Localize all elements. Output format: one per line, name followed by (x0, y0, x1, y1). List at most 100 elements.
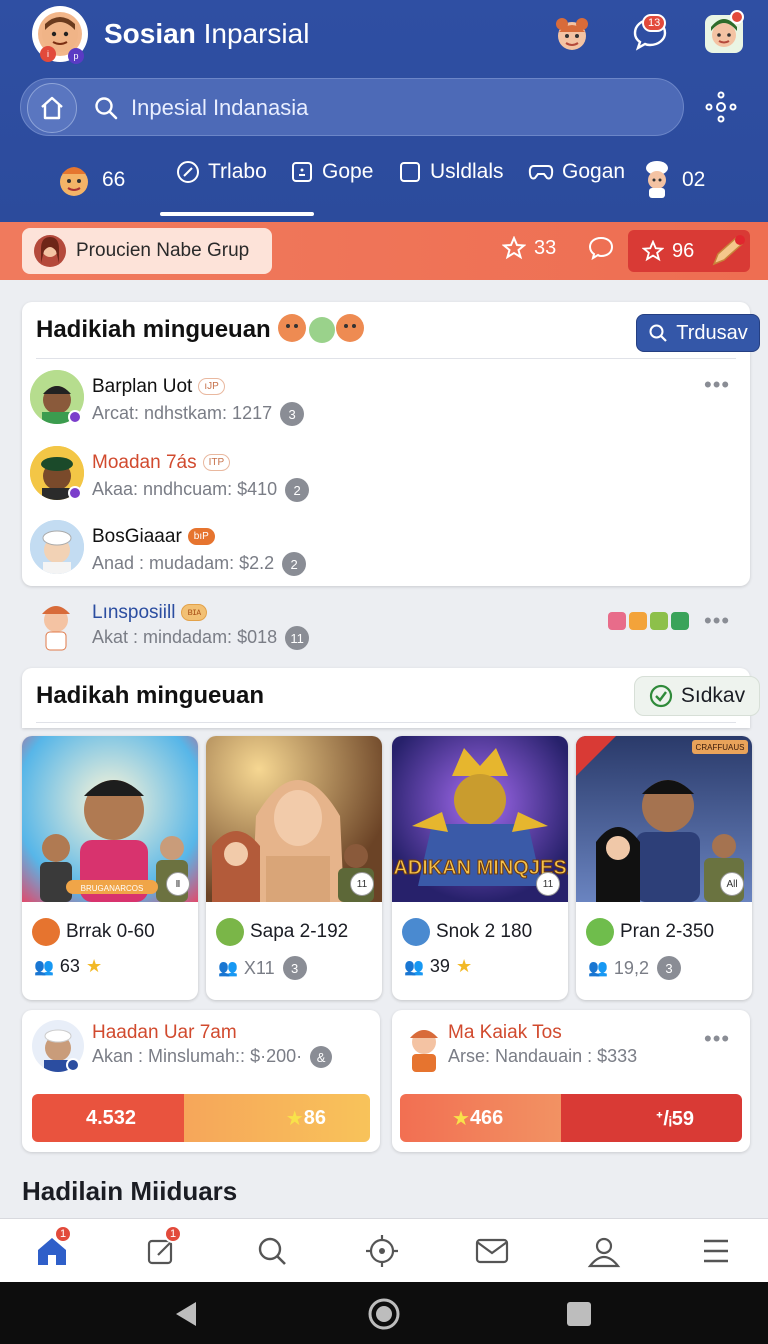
star-icon: ★ (455, 956, 473, 976)
edit-circle-icon (177, 161, 199, 183)
more-options-icon[interactable]: ••• (704, 608, 730, 634)
players-icon: 👥 (588, 960, 608, 977)
scan-icon[interactable] (704, 90, 738, 129)
search-icon (258, 1237, 286, 1265)
search-icon (93, 95, 119, 126)
star-icon: ★ (85, 956, 103, 976)
svg-text:CRAFFUAUS: CRAFFUAUS (696, 743, 745, 752)
tab-label: Gope (322, 160, 374, 183)
checkbox-icon (400, 162, 420, 182)
group-bar: Proucien Nabe Grup 33 96 (0, 222, 768, 280)
recents-icon[interactable] (566, 1301, 592, 1332)
emoji-faces-icon (276, 310, 368, 351)
home-circle-icon[interactable] (368, 1298, 400, 1335)
tab-mascot[interactable]: 66 (54, 160, 125, 200)
logo-badge-left: i (40, 46, 56, 62)
featured-card[interactable]: HADIKAN MINQJESA 11 Snok 2 180 👥39★ (392, 736, 568, 1000)
menu-icon (704, 1239, 728, 1263)
group-chat[interactable] (588, 236, 614, 260)
tab-uslqlals[interactable]: Usldlals (398, 160, 504, 184)
promo-card[interactable]: Ma Kaiak Tos Arse: Nandauain : $333 ••• … (392, 1010, 750, 1152)
group-stars[interactable]: 33 (502, 236, 556, 260)
featured-card[interactable]: BRUGANARCOS Ⅱ Brrak 0-60 👥 63 ★ (22, 736, 198, 1000)
search-input[interactable]: Inpesial Indanasia (131, 95, 308, 121)
home-icon (41, 96, 63, 120)
trdusav-button[interactable]: Trdusav (636, 314, 760, 352)
tab-bar: 66 Trlabo Gope Usldlals Gogan 02 (0, 146, 768, 220)
nav-compose[interactable]: 1 (142, 1225, 183, 1271)
card-title: Brrak 0-60 (32, 918, 155, 946)
tab-label: Gogan (562, 160, 626, 183)
row-name: Moadan 7ás ITP (92, 452, 231, 474)
group-chip[interactable]: Proucien Nabe Grup (22, 228, 272, 274)
thumbnail: 11 (206, 736, 382, 902)
list-item[interactable]: Barplan Uot ıJP Arcat: ndhstkam: 1217 3 ••… (22, 366, 750, 436)
promo-progress: 4.532 ★ 86 (32, 1094, 370, 1142)
bottom-navbar: 1 1 (0, 1218, 768, 1282)
star-icon (642, 240, 664, 262)
divider (36, 722, 736, 723)
profile-avatar-icon[interactable] (702, 10, 746, 56)
nav-home[interactable]: 1 (32, 1225, 73, 1271)
players-icon: 👥 (404, 958, 424, 976)
messages-badge: 13 (642, 14, 667, 32)
tab-trlabo[interactable]: Trlabo (176, 160, 267, 184)
home-shortcut-button[interactable] (27, 83, 77, 133)
app-header: i p Sosian Inparsial 13 Inpesial Indanas… (0, 0, 768, 222)
featured-card[interactable]: CRAFFUAUS All Pran 2-350 👥 19,2 3 (576, 736, 752, 1000)
chat-icon (588, 236, 614, 260)
gamepad-icon (528, 165, 554, 180)
row-sub: Arcat: ndhstkam: 1217 3 (92, 402, 305, 426)
nav-menu[interactable] (696, 1231, 736, 1271)
card-title: Pran 2-350 (586, 918, 714, 946)
sidkav-button[interactable]: Sıdkav (634, 676, 760, 716)
promo-sub: Arse: Nandauain : $333 (448, 1046, 638, 1066)
app-badges (608, 612, 689, 630)
back-icon[interactable] (172, 1300, 200, 1333)
list-item[interactable]: Moadan 7ás ITP Akaa: nndhcuam: $410 2 (22, 442, 750, 512)
featured-title: Hadikah mingueuan (36, 682, 265, 709)
progress-left: ★ 466 (400, 1094, 561, 1142)
category-icon (32, 918, 60, 946)
more-options-icon[interactable]: ••• (704, 1026, 730, 1052)
profile-badge (730, 10, 744, 24)
row-name: Barplan Uot ıJP (92, 376, 225, 398)
tab-gogan[interactable]: Gogan (528, 160, 625, 184)
check-circle-icon (649, 684, 672, 708)
avatar (402, 1020, 446, 1072)
app-logo[interactable]: i p (32, 6, 88, 64)
list-item[interactable]: BosGiaaar bıP Anad : mudadam: $2.2 2 (22, 516, 750, 586)
progress-left: 4.532 (32, 1094, 185, 1142)
tab-chef[interactable]: 02 (640, 160, 705, 200)
list-item[interactable]: Lınsposiill ʙɪᴀ Akat : mindadam: $018 11 •… (0, 592, 768, 662)
group-score[interactable]: 96 (628, 230, 750, 272)
players-icon: 👥 (218, 960, 238, 977)
tab-label: 02 (682, 168, 706, 191)
card-title: Sapa 2-192 (216, 918, 348, 946)
star-icon (502, 236, 526, 260)
more-options-icon[interactable]: ••• (704, 372, 730, 398)
friend-avatar-icon[interactable] (550, 12, 594, 56)
row-name: BosGiaaar bıP (92, 526, 215, 548)
tab-label: Usldlals (430, 160, 504, 183)
tab-label: 66 (102, 168, 126, 191)
row-sub: Akaa: nndhcuam: $410 2 (92, 478, 310, 502)
progress-right: ★ 86 (184, 1094, 370, 1142)
mascot-icon (60, 167, 88, 196)
thumbnail: HADIKAN MINQJESA 11 (392, 736, 568, 902)
featured-card[interactable]: 11 Sapa 2-192 👥 X11 3 (206, 736, 382, 1000)
promo-card[interactable]: Haadan Uar 7am Akan : Minslumah:: $·200·… (22, 1010, 380, 1152)
nav-profile[interactable] (584, 1231, 624, 1271)
nav-search[interactable] (252, 1231, 292, 1271)
category-icon (216, 918, 244, 946)
tab-gope[interactable]: Gope (290, 160, 373, 184)
promo-progress: ★ 466 ᐩ/ᵢ59 (400, 1094, 742, 1142)
search-bar[interactable]: Inpesial Indanasia (20, 78, 684, 136)
progress-right: ᐩ/ᵢ59 (560, 1094, 742, 1142)
leaderboard-card: Hadikiah mingueuan Trdusav Barplan Uot ıJ… (22, 302, 760, 586)
play-badge: All (720, 872, 744, 896)
nav-target[interactable] (362, 1231, 402, 1271)
messages-icon[interactable]: 13 (628, 12, 672, 56)
promo-title: Haadan Uar 7am (92, 1022, 237, 1043)
nav-inbox[interactable] (472, 1231, 512, 1271)
